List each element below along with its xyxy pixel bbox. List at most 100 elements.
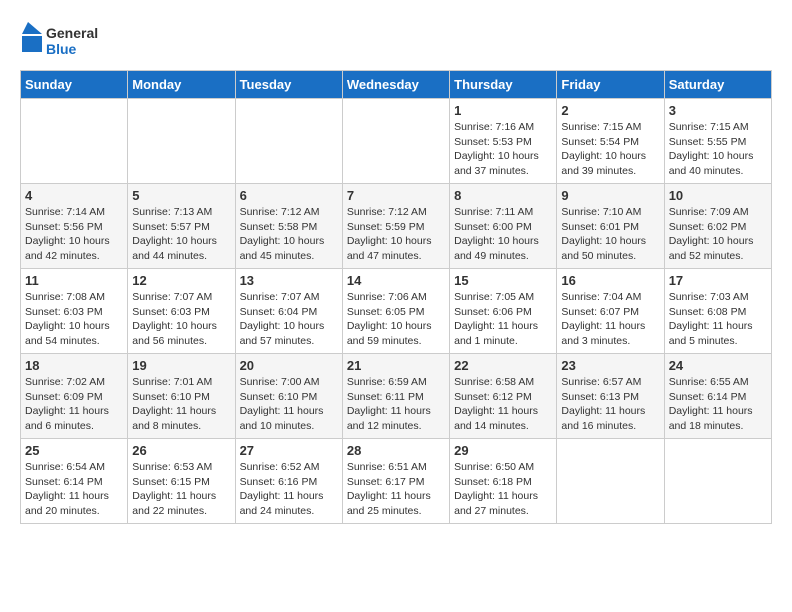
calendar-cell: 13 Sunrise: 7:07 AM Sunset: 6:04 PM Dayli… — [235, 269, 342, 354]
day-info: Sunrise: 6:57 AM Sunset: 6:13 PM Dayligh… — [561, 375, 659, 434]
calendar-cell — [664, 439, 771, 524]
day-number: 14 — [347, 273, 445, 288]
calendar-cell: 21 Sunrise: 6:59 AM Sunset: 6:11 PM Dayli… — [342, 354, 449, 439]
calendar-cell: 22 Sunrise: 6:58 AM Sunset: 6:12 PM Dayli… — [450, 354, 557, 439]
day-number: 7 — [347, 188, 445, 203]
calendar-cell: 8Sunrise: 7:11 AM Sunset: 6:00 PM Daylig… — [450, 184, 557, 269]
day-number: 20 — [240, 358, 338, 373]
day-number: 25 — [25, 443, 123, 458]
weekday-header-wednesday: Wednesday — [342, 71, 449, 99]
day-info: Sunrise: 7:16 AM Sunset: 5:53 PM Dayligh… — [454, 120, 552, 179]
logo-svg: GeneralBlue — [20, 20, 100, 60]
day-info: Sunrise: 6:51 AM Sunset: 6:17 PM Dayligh… — [347, 460, 445, 519]
day-number: 21 — [347, 358, 445, 373]
day-info: Sunrise: 7:01 AM Sunset: 6:10 PM Dayligh… — [132, 375, 230, 434]
calendar-cell: 3Sunrise: 7:15 AM Sunset: 5:55 PM Daylig… — [664, 99, 771, 184]
day-number: 2 — [561, 103, 659, 118]
calendar-cell: 17 Sunrise: 7:03 AM Sunset: 6:08 PM Dayli… — [664, 269, 771, 354]
svg-text:Blue: Blue — [46, 41, 77, 57]
calendar-cell: 29 Sunrise: 6:50 AM Sunset: 6:18 PM Dayli… — [450, 439, 557, 524]
weekday-header-monday: Monday — [128, 71, 235, 99]
day-info: Sunrise: 7:10 AM Sunset: 6:01 PM Dayligh… — [561, 205, 659, 264]
weekday-header-sunday: Sunday — [21, 71, 128, 99]
calendar-cell: 15Sunrise: 7:05 AM Sunset: 6:06 PM Dayli… — [450, 269, 557, 354]
logo: GeneralBlue — [20, 20, 100, 60]
day-info: Sunrise: 6:53 AM Sunset: 6:15 PM Dayligh… — [132, 460, 230, 519]
weekday-header-row: SundayMondayTuesdayWednesdayThursdayFrid… — [21, 71, 772, 99]
day-info: Sunrise: 7:05 AM Sunset: 6:06 PM Dayligh… — [454, 290, 552, 349]
day-info: Sunrise: 7:04 AM Sunset: 6:07 PM Dayligh… — [561, 290, 659, 349]
day-number: 18 — [25, 358, 123, 373]
calendar-cell: 19 Sunrise: 7:01 AM Sunset: 6:10 PM Dayli… — [128, 354, 235, 439]
day-info: Sunrise: 6:58 AM Sunset: 6:12 PM Dayligh… — [454, 375, 552, 434]
calendar-cell: 12 Sunrise: 7:07 AM Sunset: 6:03 PM Dayli… — [128, 269, 235, 354]
day-info: Sunrise: 7:06 AM Sunset: 6:05 PM Dayligh… — [347, 290, 445, 349]
week-row-5: 25Sunrise: 6:54 AM Sunset: 6:14 PM Dayli… — [21, 439, 772, 524]
calendar-cell: 25Sunrise: 6:54 AM Sunset: 6:14 PM Dayli… — [21, 439, 128, 524]
calendar-cell: 9 Sunrise: 7:10 AM Sunset: 6:01 PM Daylig… — [557, 184, 664, 269]
day-number: 16 — [561, 273, 659, 288]
day-info: Sunrise: 7:02 AM Sunset: 6:09 PM Dayligh… — [25, 375, 123, 434]
calendar-cell: 24Sunrise: 6:55 AM Sunset: 6:14 PM Dayli… — [664, 354, 771, 439]
calendar-cell: 6 Sunrise: 7:12 AM Sunset: 5:58 PM Daylig… — [235, 184, 342, 269]
calendar-cell: 16 Sunrise: 7:04 AM Sunset: 6:07 PM Dayli… — [557, 269, 664, 354]
day-number: 11 — [25, 273, 123, 288]
day-number: 1 — [454, 103, 552, 118]
calendar-cell: 11 Sunrise: 7:08 AM Sunset: 6:03 PM Dayli… — [21, 269, 128, 354]
day-number: 29 — [454, 443, 552, 458]
day-info: Sunrise: 7:15 AM Sunset: 5:55 PM Dayligh… — [669, 120, 767, 179]
day-info: Sunrise: 7:07 AM Sunset: 6:04 PM Dayligh… — [240, 290, 338, 349]
day-number: 23 — [561, 358, 659, 373]
calendar-cell: 10 Sunrise: 7:09 AM Sunset: 6:02 PM Dayli… — [664, 184, 771, 269]
calendar-cell: 23 Sunrise: 6:57 AM Sunset: 6:13 PM Dayli… — [557, 354, 664, 439]
calendar-cell: 4Sunrise: 7:14 AM Sunset: 5:56 PM Daylig… — [21, 184, 128, 269]
calendar-cell: 5 Sunrise: 7:13 AM Sunset: 5:57 PM Daylig… — [128, 184, 235, 269]
weekday-header-friday: Friday — [557, 71, 664, 99]
day-number: 22 — [454, 358, 552, 373]
day-number: 9 — [561, 188, 659, 203]
day-info: Sunrise: 7:12 AM Sunset: 5:59 PM Dayligh… — [347, 205, 445, 264]
day-number: 19 — [132, 358, 230, 373]
day-number: 17 — [669, 273, 767, 288]
day-number: 10 — [669, 188, 767, 203]
day-info: Sunrise: 6:55 AM Sunset: 6:14 PM Dayligh… — [669, 375, 767, 434]
header: GeneralBlue — [20, 20, 772, 60]
day-info: Sunrise: 6:59 AM Sunset: 6:11 PM Dayligh… — [347, 375, 445, 434]
weekday-header-saturday: Saturday — [664, 71, 771, 99]
week-row-3: 11 Sunrise: 7:08 AM Sunset: 6:03 PM Dayli… — [21, 269, 772, 354]
day-number: 4 — [25, 188, 123, 203]
day-number: 28 — [347, 443, 445, 458]
calendar-cell: 7 Sunrise: 7:12 AM Sunset: 5:59 PM Daylig… — [342, 184, 449, 269]
day-info: Sunrise: 6:50 AM Sunset: 6:18 PM Dayligh… — [454, 460, 552, 519]
calendar-cell — [235, 99, 342, 184]
day-info: Sunrise: 7:12 AM Sunset: 5:58 PM Dayligh… — [240, 205, 338, 264]
calendar-cell: 28 Sunrise: 6:51 AM Sunset: 6:17 PM Dayli… — [342, 439, 449, 524]
day-number: 5 — [132, 188, 230, 203]
calendar-cell: 20 Sunrise: 7:00 AM Sunset: 6:10 PM Dayli… — [235, 354, 342, 439]
day-number: 8 — [454, 188, 552, 203]
day-info: Sunrise: 7:07 AM Sunset: 6:03 PM Dayligh… — [132, 290, 230, 349]
calendar-cell — [128, 99, 235, 184]
week-row-2: 4Sunrise: 7:14 AM Sunset: 5:56 PM Daylig… — [21, 184, 772, 269]
weekday-header-tuesday: Tuesday — [235, 71, 342, 99]
day-info: Sunrise: 7:03 AM Sunset: 6:08 PM Dayligh… — [669, 290, 767, 349]
calendar-cell: 26 Sunrise: 6:53 AM Sunset: 6:15 PM Dayli… — [128, 439, 235, 524]
day-info: Sunrise: 7:08 AM Sunset: 6:03 PM Dayligh… — [25, 290, 123, 349]
day-info: Sunrise: 7:13 AM Sunset: 5:57 PM Dayligh… — [132, 205, 230, 264]
calendar-table: SundayMondayTuesdayWednesdayThursdayFrid… — [20, 70, 772, 524]
day-number: 13 — [240, 273, 338, 288]
day-info: Sunrise: 7:09 AM Sunset: 6:02 PM Dayligh… — [669, 205, 767, 264]
day-info: Sunrise: 7:00 AM Sunset: 6:10 PM Dayligh… — [240, 375, 338, 434]
calendar-cell — [557, 439, 664, 524]
week-row-1: 1 Sunrise: 7:16 AM Sunset: 5:53 PM Daylig… — [21, 99, 772, 184]
weekday-header-thursday: Thursday — [450, 71, 557, 99]
day-info: Sunrise: 7:15 AM Sunset: 5:54 PM Dayligh… — [561, 120, 659, 179]
day-info: Sunrise: 6:52 AM Sunset: 6:16 PM Dayligh… — [240, 460, 338, 519]
day-number: 27 — [240, 443, 338, 458]
day-number: 12 — [132, 273, 230, 288]
day-number: 6 — [240, 188, 338, 203]
calendar-cell: 27 Sunrise: 6:52 AM Sunset: 6:16 PM Dayli… — [235, 439, 342, 524]
week-row-4: 18 Sunrise: 7:02 AM Sunset: 6:09 PM Dayli… — [21, 354, 772, 439]
day-number: 26 — [132, 443, 230, 458]
calendar-cell: 1 Sunrise: 7:16 AM Sunset: 5:53 PM Daylig… — [450, 99, 557, 184]
